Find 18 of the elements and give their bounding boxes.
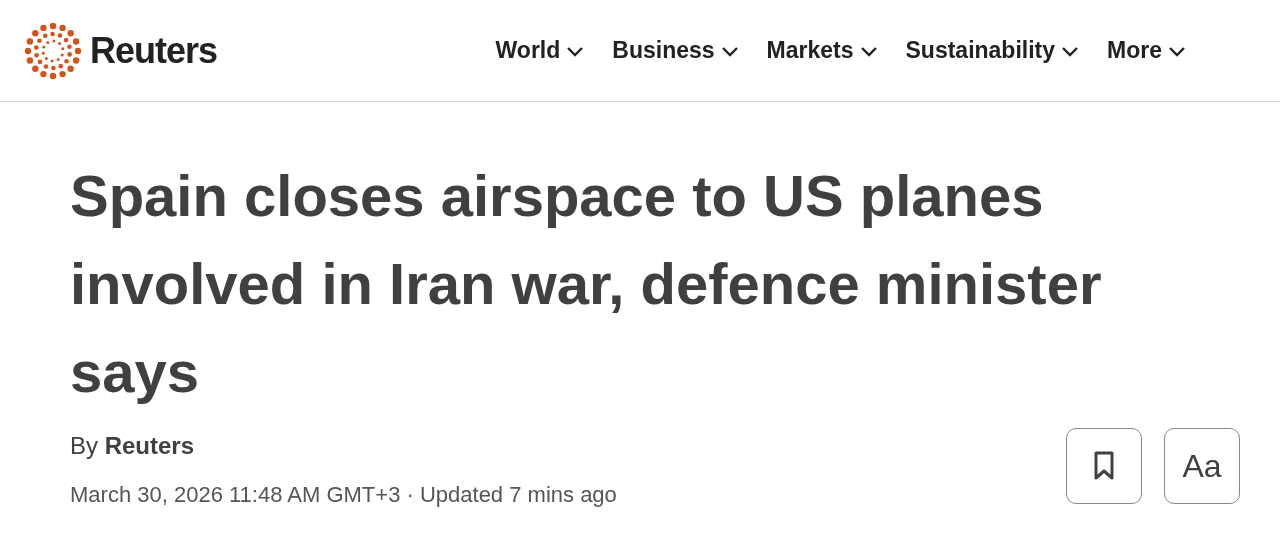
chevron-icon	[859, 44, 878, 57]
chevron-icon	[1168, 44, 1186, 57]
logo-icon	[24, 21, 82, 80]
dateline: March 30, 2026 11:48 AM GMT+3 · Updated 7 mins ago	[70, 482, 617, 508]
logo-wordmark[interactable]: Reuters	[90, 29, 218, 72]
nav-link[interactable]: More	[1107, 37, 1186, 64]
nav-link[interactable]: Business	[612, 37, 739, 64]
bookmark-icon	[1093, 451, 1115, 481]
nav-link[interactable]: Sustainability	[905, 37, 1080, 64]
bookmark-button[interactable]	[1066, 428, 1142, 504]
chevron-icon	[1061, 44, 1080, 57]
article-headline: Spain closes airspace to US planes involved in Iran war, defence minister says	[70, 162, 1103, 406]
text-size-button[interactable]: Aa	[1164, 428, 1240, 504]
nav-link[interactable]: Markets	[766, 37, 878, 64]
byline: By Reuters	[70, 432, 196, 460]
chevron-icon	[720, 44, 739, 57]
nav-link[interactable]: World	[495, 37, 585, 64]
chevron-icon	[566, 44, 585, 57]
